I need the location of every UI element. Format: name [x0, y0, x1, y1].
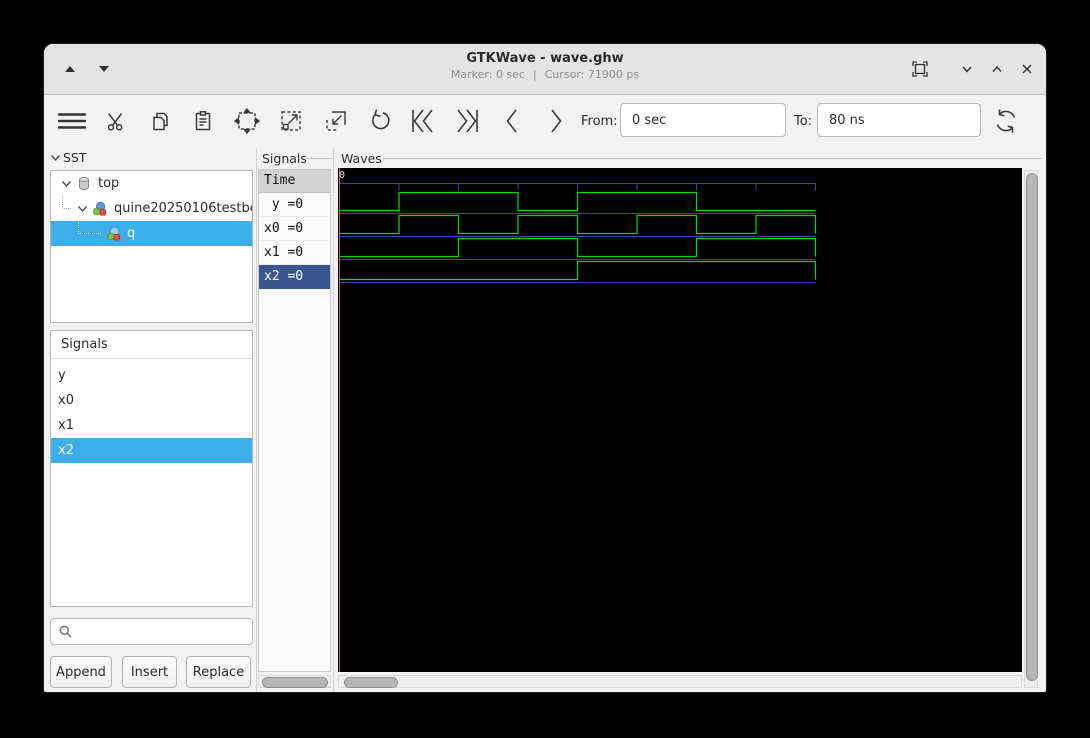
zoom-fit-icon	[234, 108, 260, 134]
scope-cylinder-icon	[79, 177, 89, 190]
signal-row-y[interactable]: y =0	[259, 193, 330, 217]
to-label: To:	[794, 114, 813, 129]
expander-chevron-icon	[50, 154, 61, 161]
undo-icon	[372, 109, 390, 130]
zoom-in-box-icon	[281, 111, 301, 131]
sst-tree: top quine20250106testbench q	[50, 170, 253, 323]
scrollbar-thumb[interactable]	[344, 677, 398, 688]
tree-item-label: top	[98, 176, 120, 191]
from-label: From:	[581, 114, 618, 129]
frame-hairline	[306, 158, 332, 159]
signal-column-hscrollbar[interactable]	[258, 675, 331, 688]
waves-hscrollbar[interactable]	[338, 675, 1022, 688]
chevron-down-icon	[962, 66, 972, 73]
wave-trace-y	[339, 191, 816, 212]
sst-label: SST	[63, 150, 87, 165]
pane-divider[interactable]	[333, 148, 334, 692]
expander-chevron-icon	[61, 180, 71, 187]
clipboard-paste-icon	[195, 111, 211, 131]
reload-icon	[996, 109, 1016, 133]
copy-button[interactable]	[143, 98, 177, 144]
scrollbar-thumb[interactable]	[1026, 173, 1038, 681]
signal-row-x2[interactable]: x2 =0	[259, 265, 330, 289]
minimize-button[interactable]	[954, 56, 980, 82]
paste-button[interactable]	[186, 98, 220, 144]
skip-start-icon	[412, 109, 433, 133]
waveform-plot	[339, 168, 817, 672]
close-button[interactable]	[1014, 56, 1040, 82]
module-icon	[93, 201, 106, 215]
marker-cursor-status: Marker: 0 sec | Cursor: 71900 ps	[44, 67, 1046, 82]
tree-item-testbench[interactable]: quine20250106testbench	[51, 196, 252, 221]
fullscreen-icon	[912, 61, 928, 77]
signal-list-item-y[interactable]: y	[51, 363, 252, 388]
signal-list-item-x1[interactable]: x1	[51, 413, 252, 438]
frame-hairline	[382, 158, 1042, 159]
zoom-out-box-icon	[326, 111, 346, 131]
window-title: GTKWave - wave.ghw	[466, 51, 624, 66]
copy-icon	[153, 112, 168, 131]
chevron-left-icon	[506, 109, 517, 133]
waves-frame-label: Waves	[341, 151, 382, 166]
insert-button[interactable]: Insert	[122, 656, 177, 688]
scrollbar-thumb[interactable]	[262, 677, 328, 688]
skip-to-end-button[interactable]	[450, 98, 484, 144]
from-input[interactable]: 0 sec	[620, 103, 786, 137]
status-separator: |	[532, 68, 537, 81]
signal-row-x1[interactable]: x1 =0	[259, 241, 330, 265]
signal-name-column: Time y =0 x0 =0 x1 =0 x2 =0	[258, 169, 331, 672]
chevron-up-icon	[992, 65, 1002, 72]
time-column-header[interactable]: Time	[259, 170, 330, 193]
skip-end-icon	[457, 109, 478, 133]
waveform-canvas[interactable]: 0	[338, 168, 1022, 672]
toolbar: From: 0 sec To: 80 ns	[44, 95, 1046, 148]
undo-button[interactable]	[362, 98, 396, 144]
fullscreen-button[interactable]	[907, 56, 933, 82]
tree-item-q[interactable]: q	[51, 221, 252, 246]
zoom-in-button[interactable]	[274, 98, 308, 144]
tree-item-top[interactable]: top	[51, 171, 252, 196]
signals-frame-label: Signals	[262, 151, 307, 166]
next-edge-button[interactable]	[539, 98, 573, 144]
zoom-out-button[interactable]	[319, 98, 353, 144]
signal-list-item-x2[interactable]: x2	[51, 438, 252, 463]
pane-divider[interactable]	[256, 148, 257, 692]
cut-button[interactable]	[99, 98, 133, 144]
signal-row-x0[interactable]: x0 =0	[259, 217, 330, 241]
append-button[interactable]: Append	[50, 656, 112, 688]
signal-list-item-x0[interactable]: x0	[51, 388, 252, 413]
tree-item-label: q	[127, 226, 136, 241]
skip-to-start-button[interactable]	[406, 98, 440, 144]
scissors-cut-icon	[107, 113, 123, 131]
waves-vscrollbar[interactable]	[1024, 170, 1038, 688]
tree-item-label: quine20250106testbench	[114, 201, 252, 216]
prev-edge-button[interactable]	[495, 98, 529, 144]
close-icon	[1022, 64, 1032, 74]
signals-list-panel: Signals y x0 x1 x2	[50, 330, 253, 607]
timeline-origin-label: 0	[339, 170, 346, 181]
titlebar: GTKWave - wave.ghw Marker: 0 sec | Cursor:…	[44, 44, 1046, 95]
chevron-right-icon	[551, 109, 562, 133]
zoom-fit-button[interactable]	[230, 98, 264, 144]
signals-list-header: Signals	[51, 331, 252, 359]
cursor-status: Cursor: 71900 ps	[544, 68, 640, 81]
reload-button[interactable]	[989, 98, 1023, 144]
menu-button[interactable]	[55, 98, 89, 144]
marker-status: Marker: 0 sec	[450, 68, 525, 81]
signal-search-input[interactable]	[50, 618, 253, 645]
wave-trace-x2	[339, 260, 817, 281]
gtkwave-window: GTKWave - wave.ghw Marker: 0 sec | Cursor:…	[44, 44, 1046, 692]
wave-trace-x1	[339, 237, 817, 258]
search-icon	[59, 625, 72, 638]
maximize-button[interactable]	[984, 56, 1010, 82]
to-input[interactable]: 80 ns	[817, 103, 981, 137]
replace-button[interactable]: Replace	[186, 656, 251, 688]
wave-trace-x0	[339, 214, 817, 235]
signal-module-icon	[107, 226, 120, 240]
hamburger-menu-icon	[57, 113, 87, 129]
expander-chevron-icon	[77, 205, 87, 212]
sst-expander[interactable]: SST	[50, 150, 87, 165]
